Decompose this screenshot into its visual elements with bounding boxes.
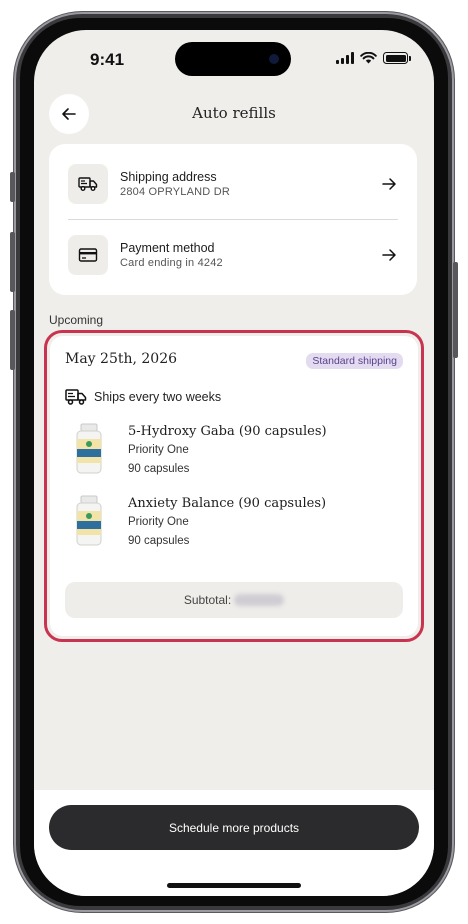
product-quantity: 90 capsules bbox=[128, 535, 190, 547]
bottom-bar: Schedule more products bbox=[34, 790, 434, 896]
product-brand: Priority One bbox=[128, 444, 189, 456]
subtotal-value-redacted bbox=[234, 594, 285, 606]
page-title: Auto refills bbox=[192, 104, 276, 122]
truck-icon bbox=[65, 389, 87, 405]
product-quantity: 90 capsules bbox=[128, 463, 190, 475]
product-name: 5-Hydroxy Gaba (90 capsules) bbox=[128, 424, 327, 439]
section-label-upcoming: Upcoming bbox=[49, 313, 104, 327]
product-bottle-image bbox=[65, 423, 113, 477]
shipping-address-title: Shipping address bbox=[120, 169, 217, 184]
shipping-address-value: 2804 OPRYLAND DR bbox=[120, 185, 230, 198]
volume-up-button bbox=[10, 232, 15, 292]
truck-icon bbox=[68, 164, 108, 204]
credit-card-icon bbox=[68, 235, 108, 275]
app-screen: 9:41 Auto refills Shipping address 2804 … bbox=[34, 30, 434, 896]
payment-method-title: Payment method bbox=[120, 240, 215, 255]
battery-icon bbox=[383, 52, 411, 64]
status-icons bbox=[336, 52, 411, 64]
power-button bbox=[453, 262, 458, 358]
arrow-right-icon bbox=[380, 175, 398, 193]
product-item[interactable]: Anxiety Balance (90 capsules) Priority O… bbox=[65, 495, 403, 553]
shipping-badge: Standard shipping bbox=[306, 353, 403, 369]
home-indicator[interactable] bbox=[167, 883, 301, 888]
subtotal-label: Subtotal: bbox=[183, 593, 232, 607]
product-item[interactable]: 5-Hydroxy Gaba (90 capsules) Priority On… bbox=[65, 423, 403, 481]
frequency-row: Ships every two weeks bbox=[65, 388, 221, 406]
shipping-address-row[interactable]: Shipping address 2804 OPRYLAND DR bbox=[68, 164, 398, 204]
action-button bbox=[10, 172, 15, 202]
upcoming-refill-card[interactable]: May 25th, 2026 Standard shipping Ships e… bbox=[50, 336, 418, 636]
payment-method-row[interactable]: Payment method Card ending in 4242 bbox=[68, 235, 398, 275]
payment-method-value: Card ending in 4242 bbox=[120, 256, 223, 269]
camera-icon bbox=[269, 54, 279, 64]
wifi-icon bbox=[360, 52, 377, 64]
frequency-text: Ships every two weeks bbox=[94, 390, 222, 404]
arrow-right-icon bbox=[380, 246, 398, 264]
product-name: Anxiety Balance (90 capsules) bbox=[128, 496, 327, 511]
divider bbox=[68, 219, 398, 220]
subtotal-bar: Subtotal: bbox=[65, 582, 403, 618]
status-time: 9:41 bbox=[90, 50, 125, 69]
cellular-signal-icon bbox=[336, 52, 354, 64]
volume-down-button bbox=[10, 310, 15, 370]
product-bottle-image bbox=[65, 495, 113, 549]
dynamic-island bbox=[175, 42, 291, 76]
settings-card: Shipping address 2804 OPRYLAND DR Paymen… bbox=[49, 144, 417, 295]
product-brand: Priority One bbox=[128, 516, 189, 528]
schedule-more-products-button[interactable]: Schedule more products bbox=[49, 805, 419, 850]
refill-date: May 25th, 2026 bbox=[65, 351, 178, 367]
